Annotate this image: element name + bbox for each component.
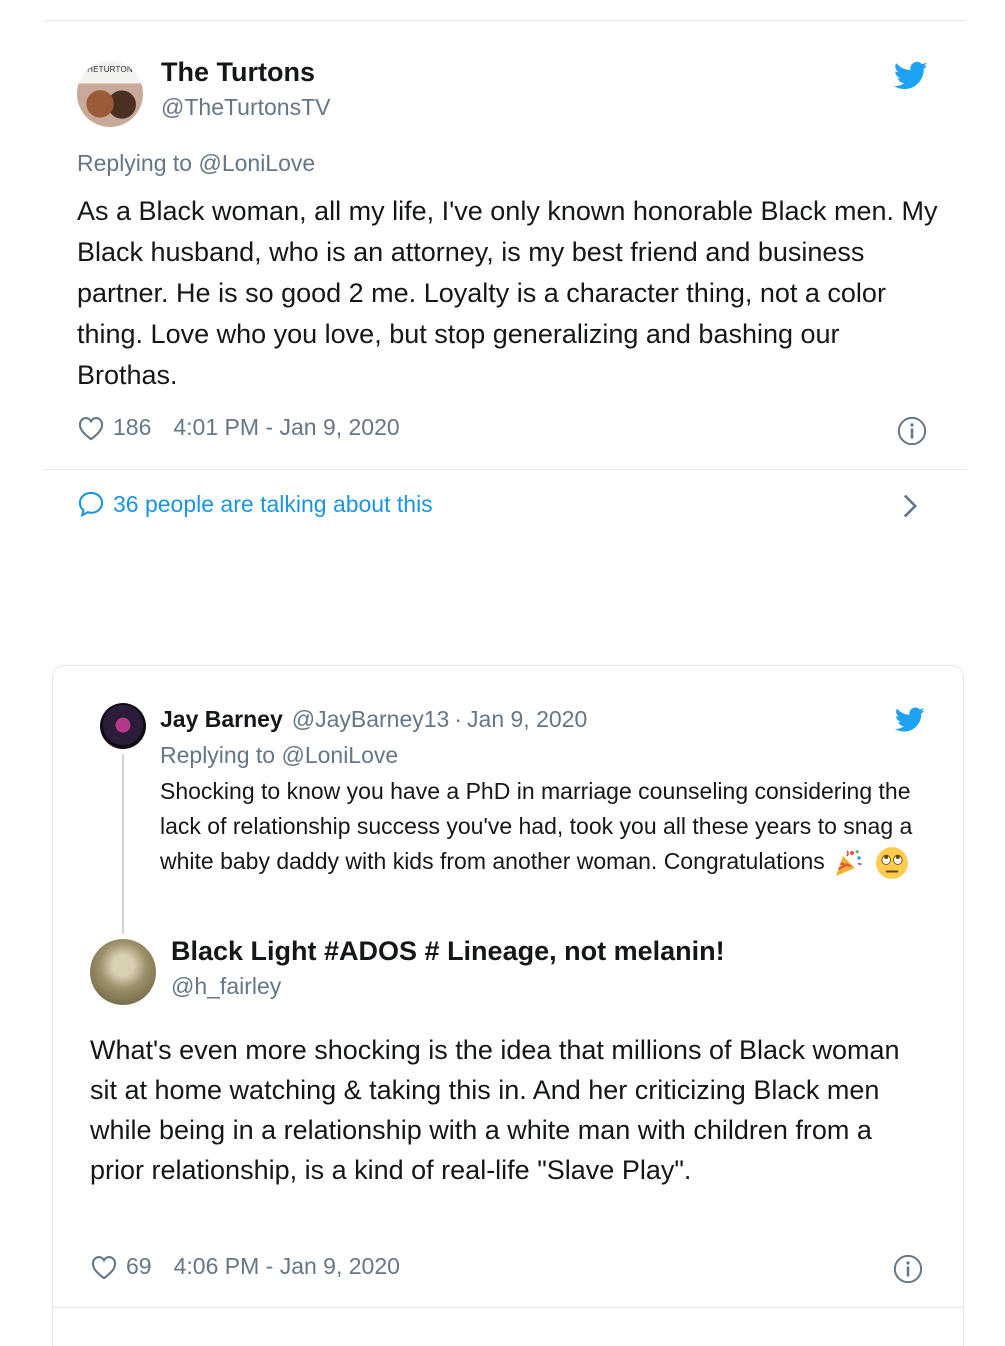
twitter-bird-icon[interactable]: [895, 707, 925, 733]
timestamp[interactable]: 4:01 PM - Jan 9, 2020: [173, 414, 399, 441]
quoted-text-body: Shocking to know you have a PhD in marri…: [160, 778, 913, 874]
speech-bubble-icon: [78, 491, 104, 518]
author-name[interactable]: Black Light #ADOS # Lineage, not melanin…: [171, 936, 725, 967]
quoted-tweet-text: Shocking to know you have a PhD in marri…: [160, 774, 920, 880]
quoted-tweet-header: Jay Barney @JayBarney13 · Jan 9, 2020: [160, 706, 587, 733]
party-popper-emoji: [835, 849, 862, 876]
author-handle[interactable]: @h_fairley: [171, 973, 281, 1000]
author-handle[interactable]: @TheTurtonsTV: [161, 94, 331, 121]
like-count[interactable]: 186: [113, 414, 151, 441]
avatar[interactable]: [100, 703, 146, 749]
thread-line: [122, 754, 124, 934]
author-name[interactable]: The Turtons: [161, 57, 315, 88]
mention-link[interactable]: @LoniLove: [281, 742, 398, 768]
quoted-author-handle[interactable]: @JayBarney13: [292, 706, 450, 733]
divider: [53, 1307, 963, 1308]
timestamp[interactable]: 4:06 PM - Jan 9, 2020: [174, 1253, 400, 1280]
replying-to: Replying to @LoniLove: [160, 742, 398, 769]
conversation-link[interactable]: 36 people are talking about this: [77, 490, 433, 518]
tweet-text: As a Black woman, all my life, I've only…: [77, 196, 938, 390]
heart-icon[interactable]: [77, 415, 105, 441]
tweet-card-turtons[interactable]: HETURTON The Turtons @TheTurtonsTV Reply…: [44, 21, 966, 621]
avatar[interactable]: HETURTON: [77, 61, 143, 127]
avatar-label: HETURTON: [87, 65, 133, 74]
separator-dot: ·: [454, 706, 463, 732]
conversation-label[interactable]: 36 people are talking about this: [113, 491, 433, 518]
tweet-card-fairley[interactable]: Jay Barney @JayBarney13 · Jan 9, 2020 Re…: [52, 665, 964, 1346]
tweet-meta: 69 4:06 PM - Jan 9, 2020: [90, 1253, 400, 1280]
quoted-date[interactable]: Jan 9, 2020: [467, 706, 587, 733]
replying-prefix: Replying to: [77, 150, 199, 176]
info-icon[interactable]: [897, 416, 927, 446]
eye-roll-emoji: [875, 846, 908, 879]
divider: [44, 469, 966, 470]
heart-icon[interactable]: [90, 1254, 118, 1280]
quoted-author-name[interactable]: Jay Barney: [160, 706, 283, 733]
avatar[interactable]: [90, 939, 156, 1005]
replying-to: Replying to @LoniLove: [77, 150, 315, 177]
tweet-text: What's even more shocking is the idea th…: [90, 1035, 900, 1185]
chevron-right-icon[interactable]: [902, 493, 918, 519]
like-count[interactable]: 69: [126, 1253, 152, 1280]
mention-link[interactable]: @LoniLove: [198, 150, 315, 176]
replying-prefix: Replying to: [160, 742, 282, 768]
info-icon[interactable]: [893, 1254, 923, 1284]
tweet-meta: 186 4:01 PM - Jan 9, 2020: [77, 414, 400, 441]
twitter-bird-icon[interactable]: [894, 61, 928, 91]
